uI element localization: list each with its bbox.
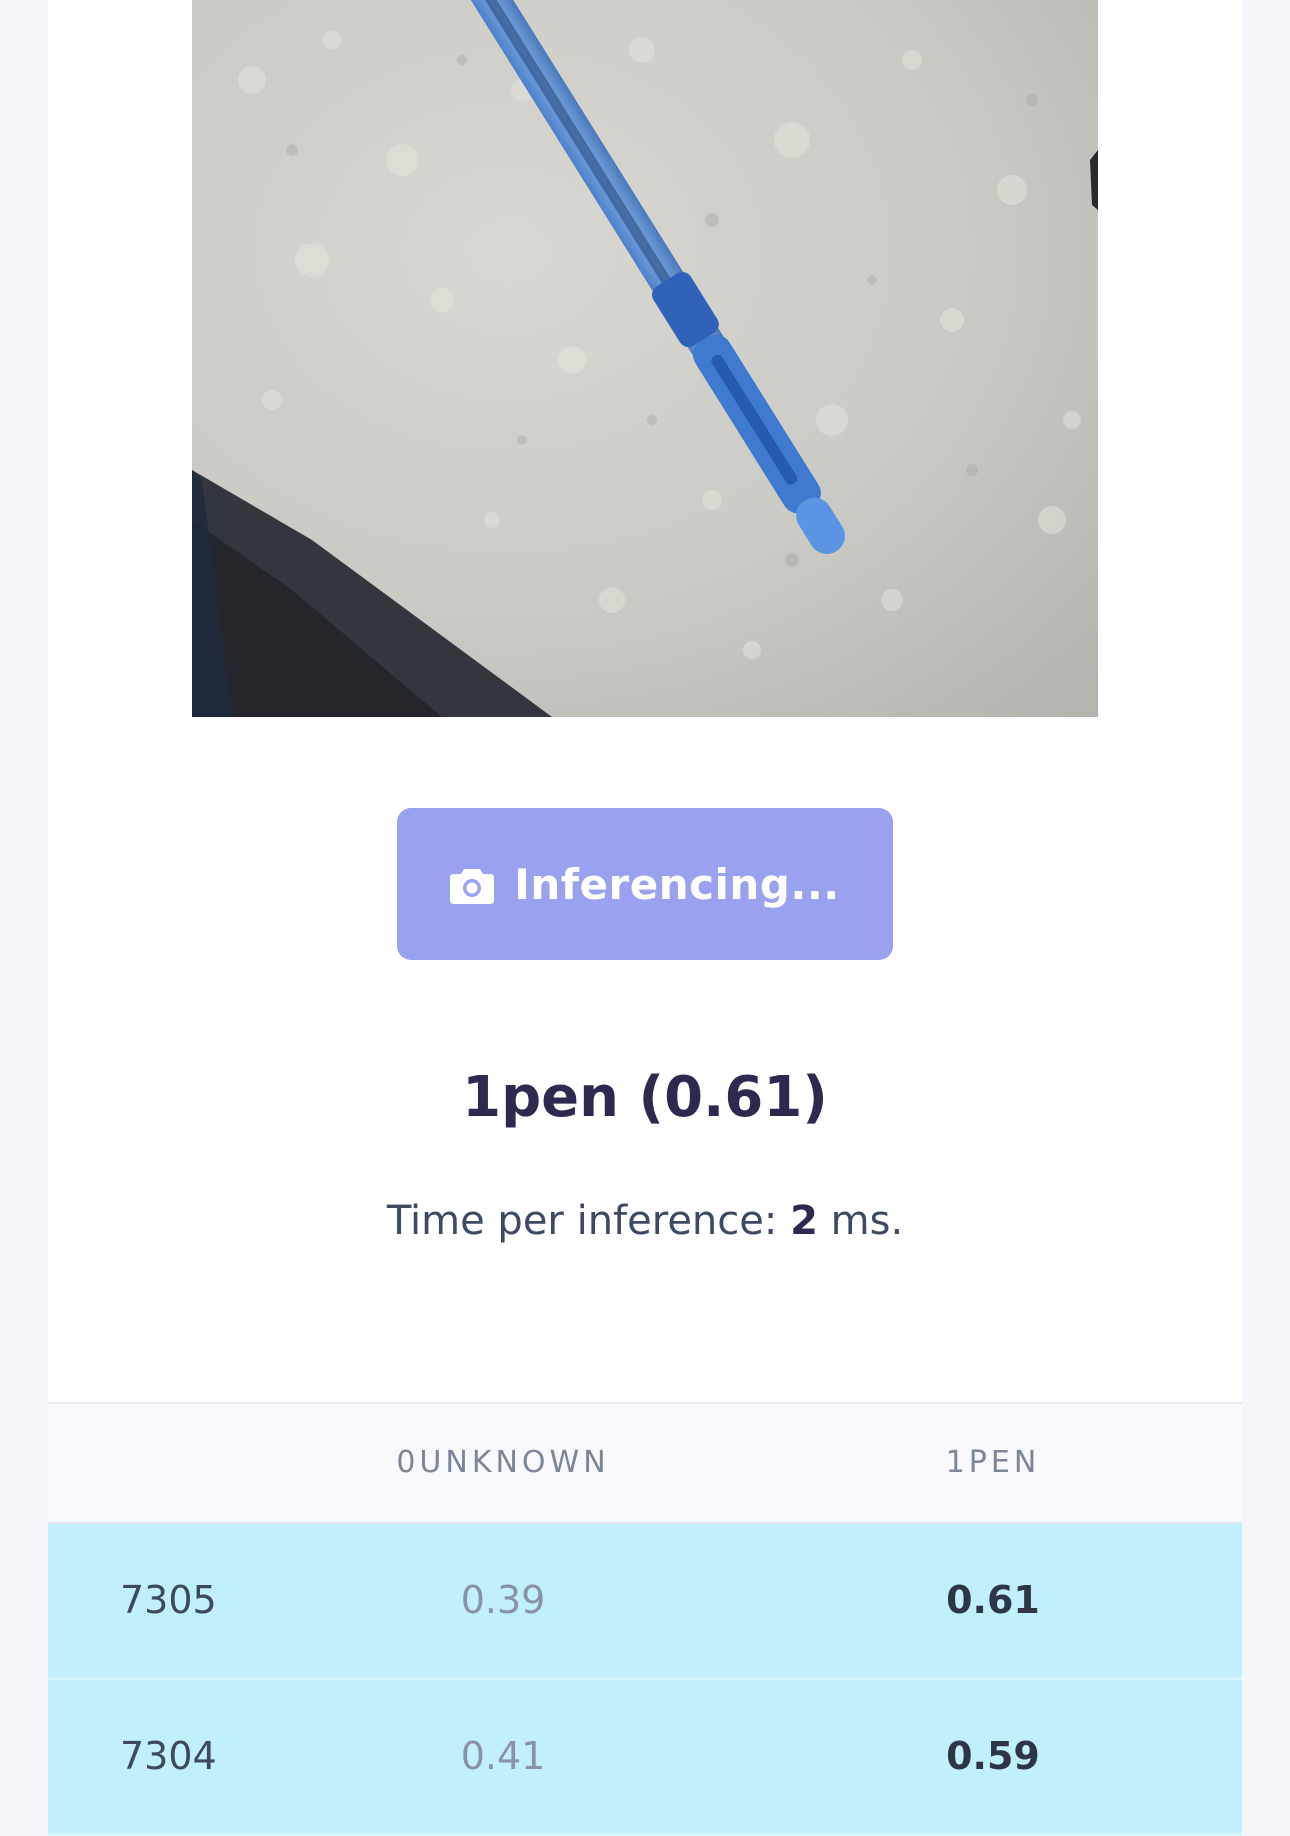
inference-time-suffix: ms.: [830, 1198, 904, 1244]
row-id: 7305: [120, 1578, 217, 1622]
pen-score: 0.59: [946, 1734, 1040, 1778]
inference-time-prefix: Time per inference:: [386, 1198, 778, 1244]
column-header-pen: 1pen: [945, 1445, 1041, 1480]
results-table: 0unknown 1pen 7305 0.39 0.61 7304 0.41 0…: [48, 1402, 1242, 1836]
capture-button[interactable]: Inferencing...: [397, 808, 893, 960]
capture-button-label: Inferencing...: [514, 859, 840, 909]
table-row: 7305 0.39 0.61: [48, 1524, 1242, 1680]
prediction-label: 1pen (0.61): [462, 1065, 828, 1130]
table-row: 7304 0.41 0.59: [48, 1680, 1242, 1836]
unknown-score: 0.39: [460, 1578, 546, 1622]
unknown-score: 0.41: [460, 1734, 546, 1778]
table-header: 0unknown 1pen: [48, 1402, 1242, 1524]
inference-time-value: 2: [790, 1198, 818, 1244]
column-header-unknown: 0unknown: [396, 1445, 610, 1480]
camera-preview: [192, 0, 1098, 717]
pen-score: 0.61: [946, 1578, 1040, 1622]
row-id: 7304: [120, 1734, 217, 1778]
camera-frame-image: [192, 0, 1098, 717]
camera-icon: [450, 865, 495, 904]
inference-time: Time per inference: 2 ms.: [0, 1198, 1290, 1244]
